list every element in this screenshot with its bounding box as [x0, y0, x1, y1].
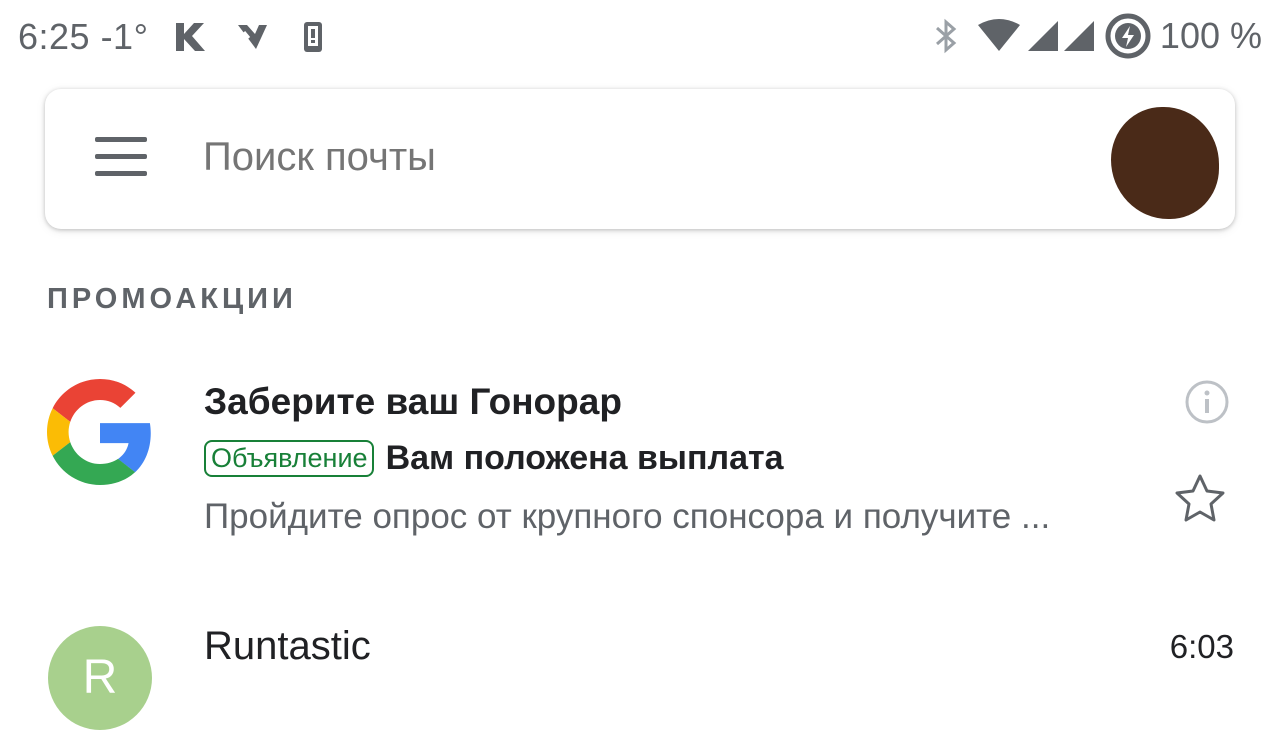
signal-icon: [1062, 19, 1096, 53]
section-label-promotions: ПРОМОАКЦИИ: [47, 283, 297, 315]
email-sender: Runtastic: [204, 624, 371, 668]
menu-button[interactable]: [95, 137, 151, 181]
hamburger-icon: [95, 137, 147, 142]
signal-icon: [1026, 19, 1060, 53]
list-item[interactable]: Заберите ваш Гонорар Объявление Вам поло…: [0, 365, 1280, 565]
search-input[interactable]: [203, 135, 1003, 180]
k-app-icon: [172, 20, 206, 54]
status-bar-right: 100 %: [934, 12, 1262, 60]
status-bar: 6:25 -1° 100 %: [0, 0, 1280, 74]
sender-avatar: R: [48, 626, 152, 730]
bluetooth-icon: [934, 18, 958, 54]
ad-badge: Объявление: [204, 440, 374, 477]
email-headline-line: Объявление Вам положена выплата: [204, 439, 784, 478]
email-snippet: Пройдите опрос от крупного спонсора и по…: [204, 497, 1051, 536]
hamburger-icon-line: [95, 154, 147, 159]
status-bar-left: 6:25 -1°: [18, 14, 324, 60]
star-icon[interactable]: [1172, 472, 1228, 531]
status-time: 6:25 -1°: [18, 16, 149, 57]
wifi-icon: [976, 19, 1022, 53]
battery-saver-icon: [1104, 12, 1152, 60]
email-headline: Вам положена выплата: [385, 439, 784, 477]
account-avatar[interactable]: [1111, 107, 1219, 219]
check-app-icon: [236, 22, 268, 52]
email-subject: Заберите ваш Гонорар: [204, 381, 622, 422]
hamburger-icon-line: [95, 171, 147, 176]
phone-icon: [302, 21, 324, 53]
google-logo-icon: [47, 379, 153, 490]
info-icon[interactable]: [1184, 379, 1230, 430]
list-item[interactable]: R Runtastic 6:03: [0, 610, 1280, 730]
email-time: 6:03: [1169, 628, 1234, 665]
battery-percent: 100 %: [1159, 15, 1262, 56]
search-bar: [45, 89, 1235, 229]
